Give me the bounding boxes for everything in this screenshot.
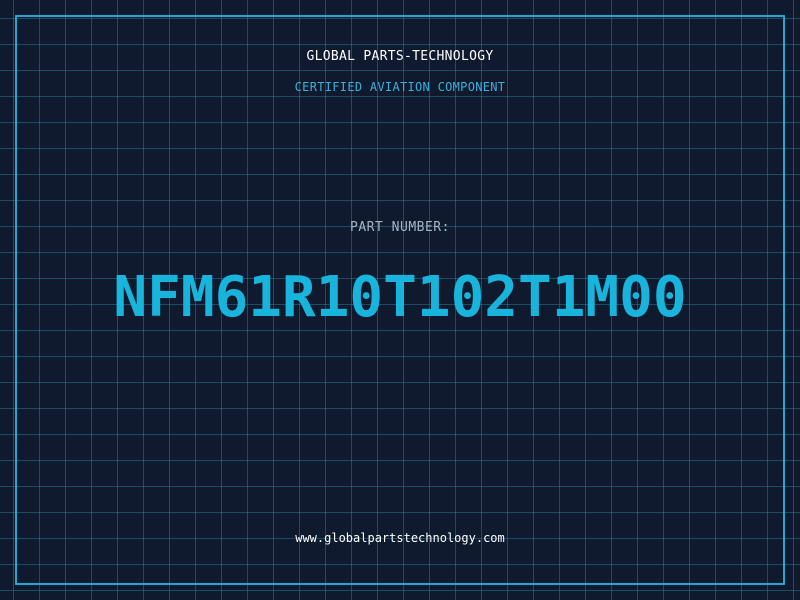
- part-number-value: NFM61R10T102T1M00: [113, 265, 687, 330]
- tagline: CERTIFIED AVIATION COMPONENT: [294, 80, 506, 94]
- part-number-label: PART NUMBER:: [350, 220, 450, 235]
- brand-title: GLOBAL PARTS-TECHNOLOGY: [306, 49, 494, 64]
- part-card: GLOBAL PARTS-TECHNOLOGY CERTIFIED AVIATI…: [0, 0, 800, 600]
- website-url: www.globalpartstechnology.com: [295, 531, 505, 545]
